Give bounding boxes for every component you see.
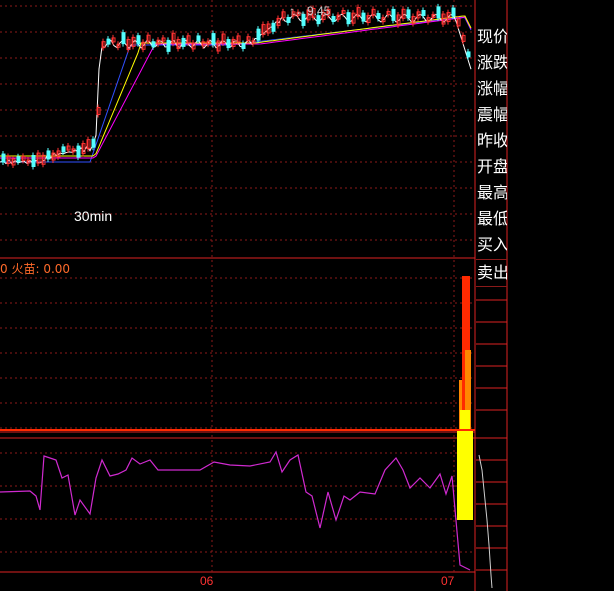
candle-body bbox=[31, 155, 36, 168]
indicator-value: 0.00 bbox=[43, 262, 71, 276]
candle-body bbox=[391, 8, 396, 21]
high-price-arrow-icon: ↑← bbox=[289, 4, 307, 18]
candle-body bbox=[271, 22, 276, 32]
candle-body bbox=[421, 10, 426, 17]
candle-body bbox=[331, 16, 336, 23]
candle-body bbox=[466, 51, 471, 58]
candle-body bbox=[451, 7, 456, 17]
sidebar-label-ask[interactable]: 卖出 bbox=[477, 260, 507, 286]
candle-body bbox=[1, 153, 6, 163]
sidebar-label-high[interactable]: 最高 bbox=[477, 180, 507, 206]
sidebar-divider bbox=[476, 286, 507, 287]
candle-body bbox=[226, 39, 231, 49]
x-axis-tick-06: 06 bbox=[200, 574, 214, 588]
sidebar-label-price[interactable]: 现价 bbox=[477, 24, 507, 50]
chart-grid bbox=[0, 0, 508, 591]
candle-body bbox=[46, 150, 51, 160]
sidebar-label-low[interactable]: 最低 bbox=[477, 206, 507, 232]
candle-body bbox=[136, 35, 141, 45]
indicator-name: 火苗 bbox=[11, 262, 36, 276]
candle-body bbox=[61, 146, 66, 153]
flame-bar bbox=[460, 410, 470, 430]
candle-body bbox=[121, 32, 126, 45]
sidebar-label-amplitude[interactable]: 震幅 bbox=[477, 102, 507, 128]
high-price-marker: ↑←9.45 bbox=[289, 4, 330, 18]
candle-body bbox=[16, 156, 21, 163]
ma10-line bbox=[0, 15, 472, 157]
sidebar-label-change-pct[interactable]: 涨幅 bbox=[477, 76, 507, 102]
candle-body bbox=[91, 138, 96, 148]
flame-bar bbox=[457, 430, 473, 520]
candle-body bbox=[181, 37, 186, 47]
indicator-title: 0 火苗: 0.00 bbox=[0, 262, 71, 276]
candle-body bbox=[76, 145, 81, 158]
ma20-line bbox=[0, 16, 472, 159]
candle-body bbox=[241, 42, 246, 49]
sidebar-label-bid[interactable]: 买入 bbox=[477, 232, 507, 258]
sidebar-label-change[interactable]: 涨跌 bbox=[477, 50, 507, 76]
candle-body bbox=[106, 38, 111, 45]
candle-body bbox=[166, 39, 171, 52]
ma5-line bbox=[0, 13, 472, 165]
x-axis-tick-07: 07 bbox=[441, 574, 455, 588]
candle-body bbox=[361, 12, 366, 22]
candle-body bbox=[211, 33, 216, 46]
candle-body bbox=[256, 28, 261, 41]
candlestick-series bbox=[1, 3, 471, 170]
candle-body bbox=[346, 12, 351, 25]
ma60-line bbox=[0, 16, 472, 163]
sidebar-label-open[interactable]: 开盘 bbox=[477, 154, 507, 180]
candle-body bbox=[376, 13, 381, 20]
sidebar-label-prev-close[interactable]: 昨收 bbox=[477, 128, 507, 154]
stock-chart bbox=[0, 0, 508, 591]
flame-histogram bbox=[0, 276, 475, 520]
indicator-prefix: 0 bbox=[0, 262, 8, 276]
candle-body bbox=[436, 6, 441, 19]
candle-body bbox=[196, 35, 201, 42]
moving-average-lines bbox=[0, 13, 472, 165]
sidebar-mini-line bbox=[478, 454, 493, 589]
period-label: 30min bbox=[74, 208, 113, 224]
high-price-value: 9.45 bbox=[307, 4, 331, 18]
sidebar-mini-chart bbox=[478, 454, 493, 589]
candle-body bbox=[286, 16, 291, 23]
candle-body bbox=[406, 9, 411, 19]
candle-body bbox=[151, 41, 156, 48]
